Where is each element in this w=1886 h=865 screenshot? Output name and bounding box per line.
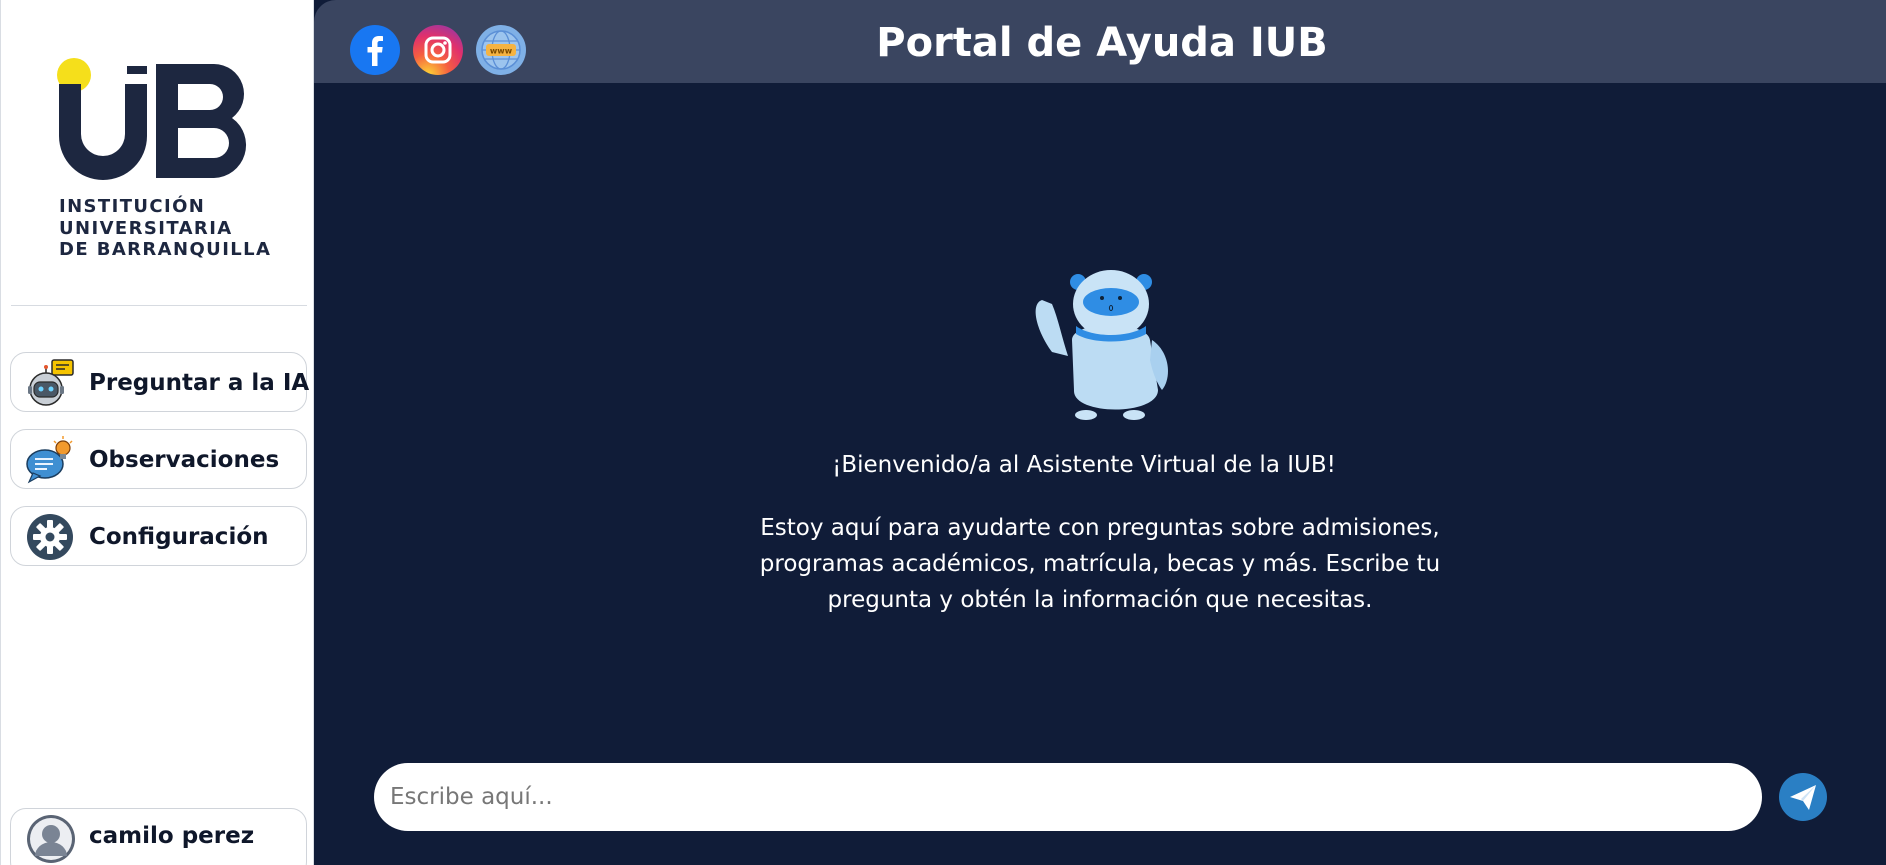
send-button[interactable] — [1778, 772, 1828, 822]
sidebar: INSTITUCIÓN UNIVERSITARIA DE BARRANQUILL… — [0, 0, 314, 865]
user-profile[interactable]: camilo perez — [10, 808, 307, 865]
welcome-text: ¡Bienvenido/a al Asistente Virtual de la… — [832, 452, 1336, 478]
main-panel: www Portal de Ayuda IUB ¡Bienvenido/a al… — [314, 0, 1886, 865]
app: INSTITUCIÓN UNIVERSITARIA DE BARRANQUILL… — [0, 0, 1886, 865]
sidebar-item-label: Configuración — [89, 524, 269, 550]
sidebar-divider — [11, 305, 307, 306]
page-title-text: Portal de Ayuda IUB — [876, 20, 1328, 66]
chat-input-container — [374, 763, 1762, 831]
logo-text-line-2: UNIVERSITARIA — [59, 217, 233, 239]
assistant-robot-illustration — [1022, 260, 1192, 425]
sidebar-item-observations[interactable]: Observaciones — [10, 429, 307, 489]
logo-text-line-1: INSTITUCIÓN — [59, 196, 206, 217]
iub-logo-mark — [57, 58, 247, 180]
logo-text-line-3: DE BARRANQUILLA — [59, 239, 272, 260]
sidebar-item-settings[interactable]: Configuración — [10, 506, 307, 566]
sidebar-item-ask-ai[interactable]: Preguntar a la IA — [10, 352, 310, 412]
sidebar-item-label: Observaciones — [89, 447, 280, 473]
chat-input[interactable] — [374, 763, 1762, 831]
intro-message: Estoy aquí para ayudarte con preguntas s… — [759, 515, 1441, 613]
robot-chat-icon — [25, 358, 75, 408]
gear-icon — [25, 512, 75, 562]
welcome-message: ¡Bienvenido/a al Asistente Virtual de la… — [314, 452, 1886, 478]
logo-text: INSTITUCIÓN UNIVERSITARIA DE BARRANQUILL… — [59, 196, 271, 261]
send-paper-plane-icon — [1779, 773, 1827, 821]
chat-bulb-icon — [25, 435, 75, 485]
sidebar-item-label: Preguntar a la IA — [89, 370, 310, 396]
user-avatar-icon — [26, 814, 76, 864]
user-name: camilo perez — [89, 823, 255, 849]
page-title: Portal de Ayuda IUB — [314, 0, 1886, 86]
header: www Portal de Ayuda IUB — [314, 0, 1886, 83]
